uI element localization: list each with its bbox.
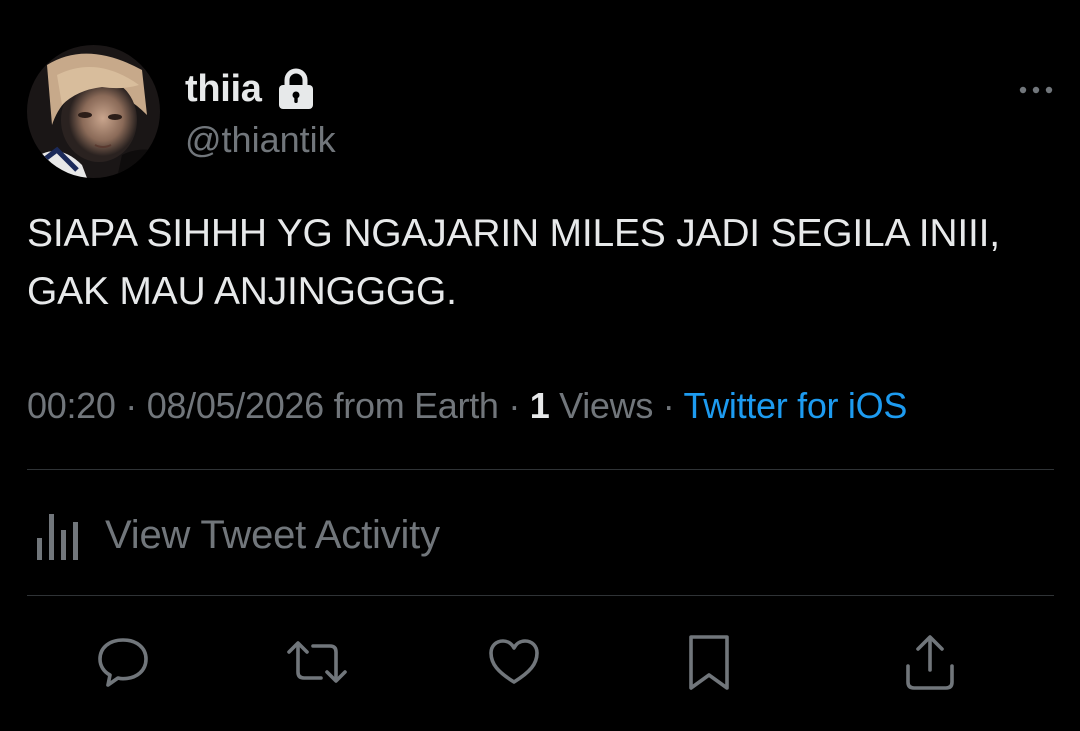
tweet-actions: [0, 630, 1080, 700]
tweet-source-link[interactable]: Twitter for iOS: [684, 385, 908, 426]
lock-icon: [276, 68, 316, 110]
tweet-date[interactable]: 08/05/2026: [147, 385, 324, 426]
user-names: thiia @thiantik: [185, 67, 336, 161]
tweet-meta: 00:20 · 08/05/2026 from Earth · 1 Views …: [27, 385, 907, 427]
reply-button[interactable]: [93, 630, 153, 694]
retweet-button[interactable]: [287, 630, 347, 694]
share-button[interactable]: [900, 630, 960, 694]
tweet-header: thiia @thiantik: [27, 45, 336, 178]
tweet-text: SIAPA SIHHH YG NGAJARIN MILES JADI SEGIL…: [27, 212, 1000, 313]
views-label: Views: [549, 385, 654, 426]
meta-separator: ·: [115, 385, 147, 426]
avatar[interactable]: [27, 45, 160, 178]
bookmark-button[interactable]: [679, 630, 739, 694]
views-count: 1: [529, 385, 550, 426]
meta-separator: ·: [498, 385, 530, 426]
retweet-icon: [285, 634, 349, 690]
user-handle[interactable]: @thiantik: [185, 119, 336, 161]
analytics-icon: [33, 508, 83, 562]
more-icon[interactable]: [1016, 80, 1056, 100]
view-tweet-activity[interactable]: View Tweet Activity: [33, 505, 440, 565]
share-icon: [900, 632, 960, 692]
divider: [27, 469, 1054, 470]
bookmark-icon: [681, 632, 737, 692]
display-name[interactable]: thiia: [185, 68, 262, 111]
tweet-time[interactable]: 00:20: [27, 385, 116, 426]
like-button[interactable]: [484, 630, 544, 694]
view-tweet-activity-label: View Tweet Activity: [105, 512, 440, 557]
tweet-location: from Earth: [323, 385, 499, 426]
divider: [27, 595, 1054, 596]
meta-separator: ·: [653, 385, 684, 426]
avatar-image: [27, 45, 160, 178]
display-name-row: thiia: [185, 67, 336, 111]
like-icon: [486, 634, 542, 690]
reply-icon: [95, 634, 151, 690]
tweet-detail: thiia @thiantik SIAPA SIHHH YG NGAJARIN …: [0, 0, 1080, 731]
